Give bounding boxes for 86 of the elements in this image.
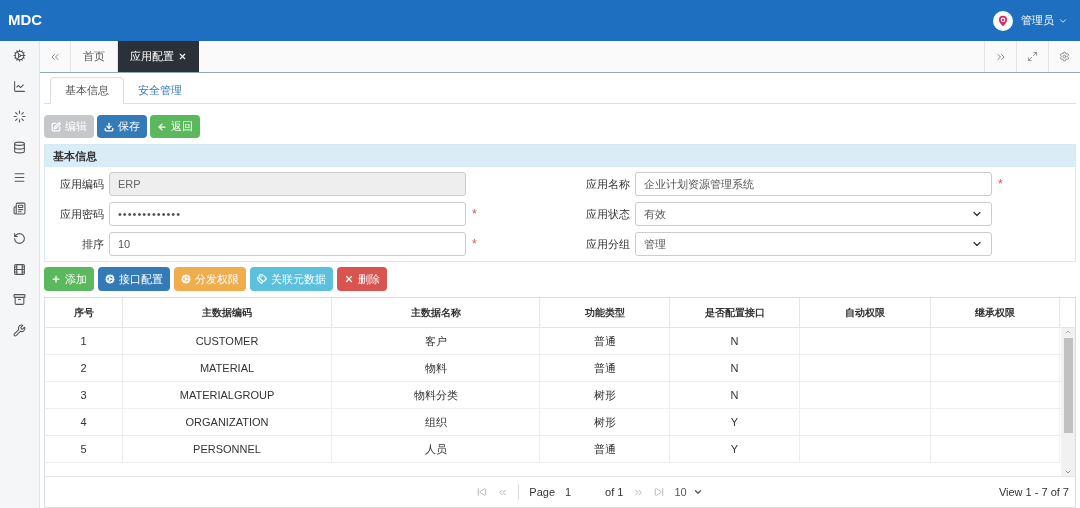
column-header[interactable]: 自动权限: [800, 298, 931, 327]
avatar-icon: [993, 10, 1013, 31]
section-tab[interactable]: 安全管理: [124, 77, 196, 103]
field-label: 应用密码: [59, 206, 105, 222]
table-cell-text: 树形: [593, 414, 616, 430]
table-cell-text: 组织: [424, 414, 447, 430]
toolbar-button[interactable]: 保存: [97, 115, 147, 138]
plus-icon: [51, 274, 61, 284]
panel-title: 基本信息: [53, 148, 97, 164]
archive-icon[interactable]: [13, 293, 26, 306]
table-cell-text: 普通: [593, 441, 616, 457]
page-size-select[interactable]: 10: [674, 483, 703, 501]
action-button[interactable]: 删除: [337, 267, 387, 291]
column-header[interactable]: 序号: [45, 298, 123, 327]
table-cell-text: PERSONNEL: [193, 441, 261, 457]
field-label: 应用分组: [585, 236, 631, 252]
database-icon[interactable]: [13, 140, 26, 154]
required-mark: *: [998, 176, 1003, 193]
film-icon[interactable]: [13, 262, 26, 276]
input-field[interactable]: ERP: [109, 172, 466, 196]
table-cell-text: MATERIAL: [199, 360, 255, 376]
table-cell-text: Y: [730, 414, 739, 430]
field-label: 排序: [81, 236, 105, 252]
chevron-down-icon: [692, 487, 703, 497]
field-label: 应用状态: [585, 206, 631, 222]
cog-icon: [105, 274, 115, 284]
table-cell-text: 1: [80, 333, 87, 349]
table-cell-text: 普通: [593, 360, 616, 376]
cog-icon[interactable]: [13, 49, 26, 62]
page-input[interactable]: 1: [565, 483, 596, 501]
expand-icon: [1027, 51, 1038, 62]
user-menu[interactable]: 管理员: [1021, 12, 1068, 29]
close-icon: [344, 274, 354, 284]
input-field[interactable]: 10: [109, 232, 466, 256]
column-header[interactable]: 主数据编码: [123, 298, 332, 327]
history-icon[interactable]: [13, 232, 26, 245]
action-button[interactable]: 接口配置: [98, 267, 170, 291]
edit-icon: [51, 121, 61, 132]
column-header[interactable]: 继承权限: [931, 298, 1060, 327]
table-cell-text: 普通: [593, 333, 616, 349]
page-count: of 1: [605, 484, 624, 500]
required-mark: *: [472, 236, 477, 253]
column-header[interactable]: 功能类型: [540, 298, 670, 327]
field-label: 应用编码: [59, 176, 105, 192]
line-chart-icon[interactable]: [13, 79, 26, 93]
newspaper-icon[interactable]: [13, 201, 26, 215]
scrollbar-thumb[interactable]: [1063, 338, 1073, 433]
input-field[interactable]: 企业计划资源管理系统: [635, 172, 992, 196]
scroll-down-icon[interactable]: [1064, 468, 1072, 476]
column-header[interactable]: 是否配置接口: [670, 298, 800, 327]
close-icon[interactable]: [178, 52, 187, 61]
wrench-icon[interactable]: [13, 323, 26, 337]
table-cell-text: 4: [80, 414, 87, 430]
column-header[interactable]: 主数据名称: [332, 298, 540, 327]
arrow-left-icon: [157, 121, 167, 132]
field-label: 应用名称: [585, 176, 631, 192]
tags-icon: [257, 274, 267, 284]
table-cell-text: 树形: [593, 387, 616, 403]
table-cell-text: MATERIALGROUP: [179, 387, 275, 403]
download-icon: [104, 121, 114, 132]
app-logo: MDC: [8, 10, 43, 31]
cog-icon: [181, 274, 191, 284]
table-cell-text: 3: [80, 387, 87, 403]
table-cell-text: N: [730, 333, 739, 349]
table-cell-text: N: [730, 387, 739, 403]
section-tab[interactable]: 基本信息: [50, 77, 124, 104]
select-field[interactable]: 有效: [635, 202, 992, 226]
input-field[interactable]: •••••••••••••: [109, 202, 466, 226]
table-cell-text: 物料: [424, 360, 447, 376]
page-tab[interactable]: 应用配置: [118, 41, 199, 72]
page-label: Page: [518, 483, 556, 501]
menu-icon[interactable]: [13, 171, 26, 184]
record-count: View 1 - 7 of 7: [998, 484, 1069, 500]
table-cell-text: 5: [80, 441, 87, 457]
required-mark: *: [472, 206, 477, 223]
select-field[interactable]: 管理: [635, 232, 992, 256]
table-cell-text: 人员: [424, 441, 447, 457]
table-cell-text: 2: [80, 360, 87, 376]
table-cell-text: Y: [730, 441, 739, 457]
table-cell-text: 物料分类: [413, 387, 458, 403]
settings-icon: [1059, 51, 1070, 62]
table-cell-text: CUSTOMER: [195, 333, 259, 349]
table-cell-text: 客户: [424, 333, 447, 349]
spinner-icon[interactable]: [13, 110, 26, 123]
table-cell-text: ORGANIZATION: [185, 414, 269, 430]
table-cell-text: N: [730, 360, 739, 376]
